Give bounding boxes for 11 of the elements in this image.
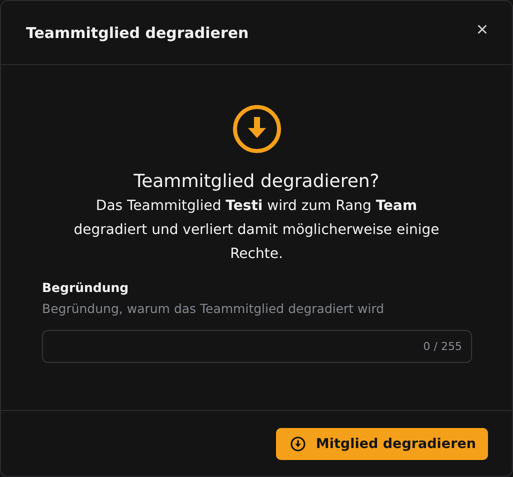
demote-button[interactable]: Mitglied degradieren <box>276 428 488 460</box>
download-circle-icon <box>232 104 282 154</box>
close-button[interactable]: × <box>476 20 488 40</box>
confirm-heading: Teammitglied degradieren? <box>134 171 380 192</box>
dialog-title: Teammitglied degradieren <box>26 24 249 42</box>
character-counter: 0 / 255 <box>423 340 462 353</box>
input-field[interactable]: 0 / 255 <box>42 330 472 363</box>
download-circle-icon <box>290 436 306 452</box>
field-description: Begründung, warum das Teammitglied degradiert wird <box>42 301 386 316</box>
confirm-message: Das Teammitglied Testi wird zum Rang Team degradiert und verliert damit möglicherweise einige Rechte. <box>72 197 440 264</box>
field-label: Begründung <box>42 280 130 295</box>
